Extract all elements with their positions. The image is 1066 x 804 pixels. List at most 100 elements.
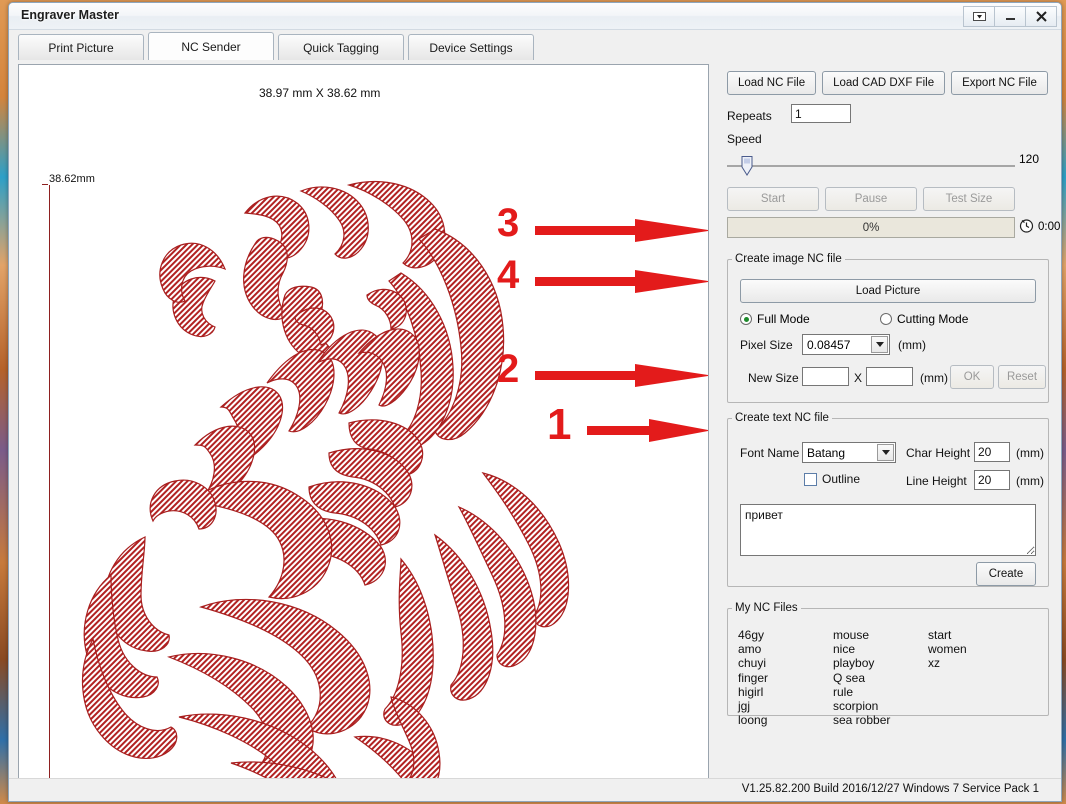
new-size-width-input[interactable] — [802, 367, 849, 386]
files-column-1: 46gy amo chuyi finger higirl jgj loong — [738, 628, 833, 727]
list-item[interactable]: scorpion — [833, 699, 928, 713]
progress-bar: 0% — [727, 217, 1015, 238]
tab-label: Quick Tagging — [303, 40, 379, 55]
tab-nc-sender[interactable]: NC Sender — [148, 32, 274, 60]
action-button-row: Start Pause Test Size — [727, 187, 1015, 211]
list-item[interactable]: women — [928, 642, 1023, 656]
pixel-size-value: 0.08457 — [807, 337, 851, 352]
annotation-arrow-4 — [535, 268, 708, 294]
elapsed-time-group: 0:00 — [1019, 218, 1060, 236]
clock-icon — [1019, 218, 1034, 236]
my-nc-files-columns: 46gy amo chuyi finger higirl jgj loong m… — [738, 628, 1042, 727]
title-bar: Engraver Master — [9, 3, 1061, 30]
right-control-panel: Load NC File Load CAD DXF File Export NC… — [719, 64, 1063, 801]
new-size-unit: (mm) — [920, 371, 948, 385]
tab-label: Print Picture — [48, 40, 114, 55]
line-height-unit: (mm) — [1016, 474, 1044, 488]
annotation-number-1: 1 — [547, 400, 572, 449]
list-item[interactable]: nice — [833, 642, 928, 656]
pixel-size-unit: (mm) — [898, 338, 926, 352]
list-item[interactable]: mouse — [833, 628, 928, 642]
new-size-ok-button[interactable]: OK — [950, 365, 994, 389]
outline-checkbox-box — [804, 472, 817, 486]
load-nc-file-button[interactable]: Load NC File — [727, 71, 817, 95]
list-item[interactable]: rule — [833, 685, 928, 699]
create-image-nc-group: Create image NC file Load Picture Full M… — [727, 253, 1049, 403]
repeats-label: Repeats — [727, 109, 772, 123]
font-name-combo[interactable]: Batang — [802, 442, 896, 463]
annotation-number-2: 2 — [497, 347, 519, 391]
list-item[interactable]: sea robber — [833, 713, 928, 727]
close-icon[interactable] — [1026, 6, 1057, 27]
outline-checkbox[interactable]: Outline — [804, 472, 860, 486]
create-text-button[interactable]: Create — [976, 562, 1036, 586]
export-nc-file-button[interactable]: Export NC File — [951, 71, 1048, 95]
font-name-label: Font Name — [740, 446, 800, 460]
tab-content-nc-sender: 38.97 mm X 38.62 mm 38.62mm 38.97mm 0 0 — [9, 60, 1061, 801]
char-height-input[interactable] — [974, 442, 1010, 462]
list-item[interactable]: start — [928, 628, 1023, 642]
files-column-3: start women xz — [928, 628, 1023, 727]
speed-slider-thumb[interactable] — [741, 156, 753, 179]
line-height-label: Line Height — [906, 474, 967, 488]
application-window: Engraver Master Print Picture NC Sender … — [8, 2, 1062, 802]
radio-cutting-mode-dot — [880, 313, 892, 325]
list-item[interactable]: playboy — [833, 656, 928, 670]
list-item[interactable]: amo — [738, 642, 833, 656]
text-content-textarea[interactable]: привет — [740, 504, 1036, 556]
tab-label: Device Settings — [429, 40, 513, 55]
list-item[interactable]: finger — [738, 671, 833, 685]
list-item[interactable]: higirl — [738, 685, 833, 699]
tab-quick-tagging[interactable]: Quick Tagging — [278, 34, 404, 60]
files-column-2: mouse nice playboy Q sea rule scorpion s… — [833, 628, 928, 727]
create-text-nc-legend: Create text NC file — [735, 412, 829, 424]
char-height-unit: (mm) — [1016, 446, 1044, 460]
radio-cutting-mode[interactable]: Cutting Mode — [880, 312, 968, 326]
list-item[interactable]: 46gy — [738, 628, 833, 642]
speed-slider[interactable] — [727, 156, 1015, 176]
speed-label: Speed — [727, 132, 762, 146]
mode-radio-group: Full Mode Cutting Mode — [740, 312, 1030, 326]
chevron-down-icon[interactable] — [877, 444, 894, 461]
annotation-arrow-1 — [587, 417, 708, 443]
list-item[interactable]: chuyi — [738, 656, 833, 670]
line-height-input[interactable] — [974, 470, 1010, 490]
file-button-row: Load NC File Load CAD DXF File Export NC… — [727, 71, 1048, 95]
tab-print-picture[interactable]: Print Picture — [18, 34, 144, 60]
repeats-input[interactable] — [791, 104, 851, 123]
create-text-nc-group: Create text NC file Font Name Batang Cha… — [727, 412, 1049, 587]
pixel-size-combo[interactable]: 0.08457 — [802, 334, 890, 355]
test-size-button[interactable]: Test Size — [923, 187, 1015, 211]
start-button[interactable]: Start — [727, 187, 819, 211]
annotation-arrow-3 — [535, 217, 708, 243]
elapsed-time-value: 0:00 — [1038, 221, 1061, 233]
annotation-number-4: 4 — [497, 253, 519, 297]
radio-full-mode-dot — [740, 313, 752, 325]
tab-device-settings[interactable]: Device Settings — [408, 34, 534, 60]
font-name-value: Batang — [807, 445, 846, 460]
new-size-height-input[interactable] — [866, 367, 913, 386]
new-size-separator: X — [854, 371, 863, 385]
load-cad-dxf-file-button[interactable]: Load CAD DXF File — [822, 71, 946, 95]
list-item[interactable]: loong — [738, 713, 833, 727]
radio-full-mode[interactable]: Full Mode — [740, 312, 880, 326]
speed-slider-track — [727, 165, 1015, 167]
pixel-size-label: Pixel Size — [740, 338, 793, 352]
new-size-reset-button[interactable]: Reset — [998, 365, 1046, 389]
radio-full-mode-label: Full Mode — [757, 312, 810, 326]
pause-button[interactable]: Pause — [825, 187, 917, 211]
load-picture-button[interactable]: Load Picture — [740, 279, 1036, 303]
my-nc-files-legend: My NC Files — [735, 602, 798, 614]
minimize-icon[interactable] — [995, 6, 1026, 27]
dropdown-icon[interactable] — [963, 6, 995, 27]
version-text: V1.25.82.200 Build 2016/12/27 Windows 7 … — [741, 783, 1039, 795]
list-item[interactable]: jgj — [738, 699, 833, 713]
chevron-down-icon[interactable] — [871, 336, 888, 353]
status-bar: V1.25.82.200 Build 2016/12/27 Windows 7 … — [9, 778, 1061, 801]
preview-canvas[interactable]: 38.97 mm X 38.62 mm 38.62mm 38.97mm 0 0 — [18, 64, 709, 799]
progress-bar-wrapper: 0% — [727, 217, 1015, 238]
canvas-dimensions-label: 38.97 mm X 38.62 mm — [259, 86, 381, 100]
list-item[interactable]: Q sea — [833, 671, 928, 685]
char-height-label: Char Height — [906, 446, 971, 460]
list-item[interactable]: xz — [928, 656, 1023, 670]
